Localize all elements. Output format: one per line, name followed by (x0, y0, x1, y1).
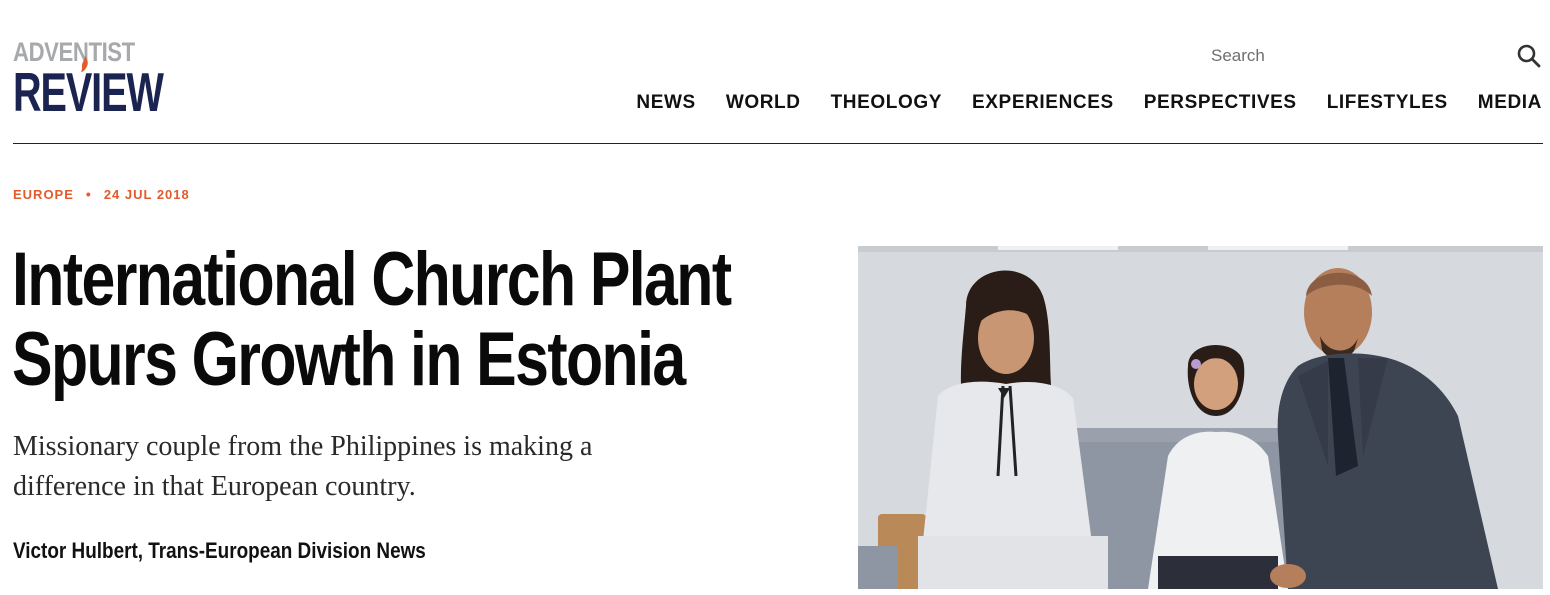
article-photo (858, 246, 1543, 589)
subtitle-line-1: Missionary couple from the Philippines i… (13, 431, 593, 462)
subtitle-line-2: difference in that European country. (13, 471, 416, 502)
nav-item-world[interactable]: WORLD (726, 90, 801, 116)
search-icon[interactable] (1516, 43, 1542, 69)
family-photo-illustration (858, 246, 1543, 589)
search-bar (1200, 40, 1545, 72)
nav-item-lifestyles[interactable]: LIFESTYLES (1327, 90, 1448, 116)
nav-item-theology[interactable]: THEOLOGY (831, 90, 942, 116)
search-input[interactable] (1200, 40, 1500, 72)
article-title: International Church Plant Spurs Growth … (12, 240, 732, 400)
header-divider (13, 143, 1543, 144)
nav-item-media[interactable]: MEDIA (1478, 90, 1542, 116)
nav-item-experiences[interactable]: EXPERIENCES (972, 90, 1114, 116)
main-nav: NEWS WORLD THEOLOGY EXPERIENCES PERSPECT… (636, 90, 1542, 116)
page: ADVENTIST REVIEW NEWS WORLD THEOLOGY EXP… (0, 0, 1550, 595)
article-byline: Victor Hulbert, Trans-European Division … (13, 538, 426, 563)
title-line-2: Spurs Growth in Estonia (12, 317, 686, 402)
logo-wordmark-bottom: REVIEW (13, 61, 164, 123)
nav-item-news[interactable]: NEWS (636, 90, 695, 116)
article-meta: EUROPE • 24 JUL 2018 (13, 186, 190, 202)
meta-separator: • (85, 186, 92, 202)
site-logo[interactable]: ADVENTIST REVIEW (13, 38, 164, 120)
category-link[interactable]: EUROPE (13, 187, 74, 202)
nav-item-perspectives[interactable]: PERSPECTIVES (1144, 90, 1297, 116)
publish-date: 24 JUL 2018 (103, 186, 190, 202)
article-subtitle: Missionary couple from the Philippines i… (13, 427, 673, 507)
title-line-1: International Church Plant (12, 237, 732, 322)
flame-icon (81, 56, 88, 72)
